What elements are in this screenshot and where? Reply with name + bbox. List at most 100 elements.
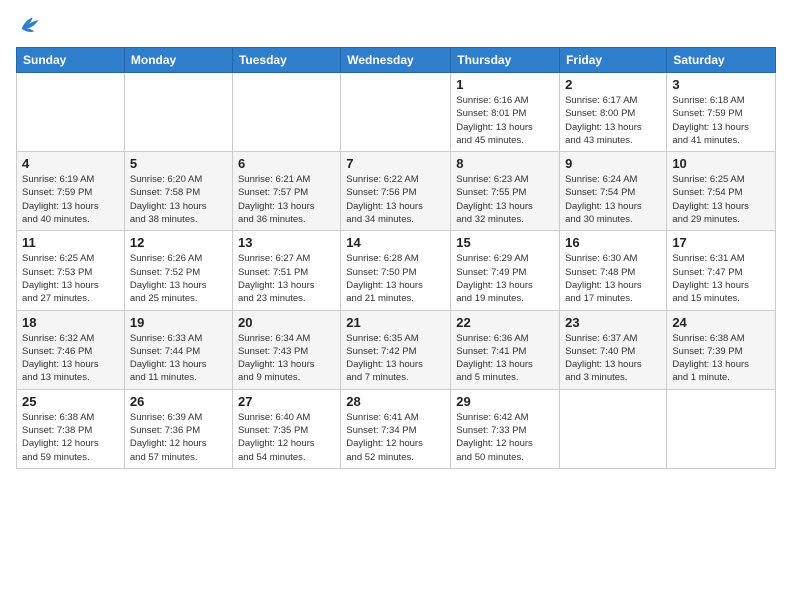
calendar-cell: 24 Sunrise: 6:38 AM Sunset: 7:39 PM Dayli…	[667, 310, 776, 389]
day-number: 11	[22, 235, 119, 250]
day-number: 25	[22, 394, 119, 409]
day-number: 26	[130, 394, 227, 409]
calendar-week-row: 18 Sunrise: 6:32 AM Sunset: 7:46 PM Dayli…	[17, 310, 776, 389]
day-info: Sunrise: 6:17 AM Sunset: 8:00 PM Dayligh…	[565, 94, 661, 147]
day-number: 2	[565, 77, 661, 92]
calendar-cell: 22Sunrise: 6:36 AM Sunset: 7:41 PM Dayli…	[451, 310, 560, 389]
day-info: Sunrise: 6:40 AM Sunset: 7:35 PM Dayligh…	[238, 411, 335, 464]
calendar-cell: 19Sunrise: 6:33 AM Sunset: 7:44 PM Dayli…	[124, 310, 232, 389]
day-number: 13	[238, 235, 335, 250]
day-info: Sunrise: 6:37 AM Sunset: 7:40 PM Dayligh…	[565, 332, 661, 385]
day-info: Sunrise: 6:25 AM Sunset: 7:54 PM Dayligh…	[672, 173, 770, 226]
day-number: 4	[22, 156, 119, 171]
calendar-cell: 28 Sunrise: 6:41 AM Sunset: 7:34 PM Dayli…	[341, 389, 451, 468]
logo	[16, 14, 40, 41]
day-number: 17	[672, 235, 770, 250]
calendar-cell: 27 Sunrise: 6:40 AM Sunset: 7:35 PM Dayli…	[232, 389, 340, 468]
logo-bird-icon	[18, 14, 40, 36]
day-number: 23	[565, 315, 661, 330]
calendar-cell: 16 Sunrise: 6:30 AM Sunset: 7:48 PM Dayli…	[560, 231, 667, 310]
day-number: 21	[346, 315, 445, 330]
day-info: Sunrise: 6:24 AM Sunset: 7:54 PM Dayligh…	[565, 173, 661, 226]
calendar-week-row: 25 Sunrise: 6:38 AM Sunset: 7:38 PM Dayli…	[17, 389, 776, 468]
calendar-cell: 3 Sunrise: 6:18 AM Sunset: 7:59 PM Daylig…	[667, 73, 776, 152]
calendar-cell	[232, 73, 340, 152]
calendar-cell: 11 Sunrise: 6:25 AM Sunset: 7:53 PM Dayli…	[17, 231, 125, 310]
day-number: 15	[456, 235, 554, 250]
day-number: 10	[672, 156, 770, 171]
calendar-cell: 14 Sunrise: 6:28 AM Sunset: 7:50 PM Dayli…	[341, 231, 451, 310]
day-number: 27	[238, 394, 335, 409]
calendar-cell: 9 Sunrise: 6:24 AM Sunset: 7:54 PM Daylig…	[560, 152, 667, 231]
day-info: Sunrise: 6:19 AM Sunset: 7:59 PM Dayligh…	[22, 173, 119, 226]
day-number: 18	[22, 315, 119, 330]
day-number: 7	[346, 156, 445, 171]
calendar-cell: 21 Sunrise: 6:35 AM Sunset: 7:42 PM Dayli…	[341, 310, 451, 389]
day-info: Sunrise: 6:42 AM Sunset: 7:33 PM Dayligh…	[456, 411, 554, 464]
calendar-cell	[341, 73, 451, 152]
day-number: 14	[346, 235, 445, 250]
calendar-cell: 20 Sunrise: 6:34 AM Sunset: 7:43 PM Dayli…	[232, 310, 340, 389]
day-info: Sunrise: 6:27 AM Sunset: 7:51 PM Dayligh…	[238, 252, 335, 305]
calendar-cell: 8Sunrise: 6:23 AM Sunset: 7:55 PM Daylig…	[451, 152, 560, 231]
calendar-cell: 29Sunrise: 6:42 AM Sunset: 7:33 PM Dayli…	[451, 389, 560, 468]
calendar-weekday-tuesday: Tuesday	[232, 48, 340, 73]
calendar-cell: 6Sunrise: 6:21 AM Sunset: 7:57 PM Daylig…	[232, 152, 340, 231]
page: SundayMondayTuesdayWednesdayThursdayFrid…	[0, 0, 792, 612]
day-info: Sunrise: 6:21 AM Sunset: 7:57 PM Dayligh…	[238, 173, 335, 226]
calendar-cell: 18 Sunrise: 6:32 AM Sunset: 7:46 PM Dayli…	[17, 310, 125, 389]
calendar-weekday-thursday: Thursday	[451, 48, 560, 73]
day-info: Sunrise: 6:16 AM Sunset: 8:01 PM Dayligh…	[456, 94, 554, 147]
calendar-week-row: 11 Sunrise: 6:25 AM Sunset: 7:53 PM Dayli…	[17, 231, 776, 310]
day-info: Sunrise: 6:26 AM Sunset: 7:52 PM Dayligh…	[130, 252, 227, 305]
calendar-table: SundayMondayTuesdayWednesdayThursdayFrid…	[16, 47, 776, 469]
day-number: 3	[672, 77, 770, 92]
calendar-header-row: SundayMondayTuesdayWednesdayThursdayFrid…	[17, 48, 776, 73]
day-info: Sunrise: 6:20 AM Sunset: 7:58 PM Dayligh…	[130, 173, 227, 226]
calendar-cell: 23 Sunrise: 6:37 AM Sunset: 7:40 PM Dayli…	[560, 310, 667, 389]
calendar-cell: 1 Sunrise: 6:16 AM Sunset: 8:01 PM Daylig…	[451, 73, 560, 152]
day-info: Sunrise: 6:32 AM Sunset: 7:46 PM Dayligh…	[22, 332, 119, 385]
day-info: Sunrise: 6:35 AM Sunset: 7:42 PM Dayligh…	[346, 332, 445, 385]
day-info: Sunrise: 6:25 AM Sunset: 7:53 PM Dayligh…	[22, 252, 119, 305]
day-info: Sunrise: 6:36 AM Sunset: 7:41 PM Dayligh…	[456, 332, 554, 385]
day-info: Sunrise: 6:41 AM Sunset: 7:34 PM Dayligh…	[346, 411, 445, 464]
calendar-cell	[560, 389, 667, 468]
day-number: 24	[672, 315, 770, 330]
calendar-cell: 15 Sunrise: 6:29 AM Sunset: 7:49 PM Dayli…	[451, 231, 560, 310]
calendar-cell: 12 Sunrise: 6:26 AM Sunset: 7:52 PM Dayli…	[124, 231, 232, 310]
day-number: 19	[130, 315, 227, 330]
day-number: 5	[130, 156, 227, 171]
day-number: 16	[565, 235, 661, 250]
day-number: 12	[130, 235, 227, 250]
day-info: Sunrise: 6:18 AM Sunset: 7:59 PM Dayligh…	[672, 94, 770, 147]
calendar-cell: 13 Sunrise: 6:27 AM Sunset: 7:51 PM Dayli…	[232, 231, 340, 310]
calendar-cell: 10 Sunrise: 6:25 AM Sunset: 7:54 PM Dayli…	[667, 152, 776, 231]
day-number: 9	[565, 156, 661, 171]
calendar-cell: 26 Sunrise: 6:39 AM Sunset: 7:36 PM Dayli…	[124, 389, 232, 468]
calendar-cell: 17Sunrise: 6:31 AM Sunset: 7:47 PM Dayli…	[667, 231, 776, 310]
calendar-cell	[667, 389, 776, 468]
day-info: Sunrise: 6:30 AM Sunset: 7:48 PM Dayligh…	[565, 252, 661, 305]
day-info: Sunrise: 6:34 AM Sunset: 7:43 PM Dayligh…	[238, 332, 335, 385]
day-info: Sunrise: 6:38 AM Sunset: 7:39 PM Dayligh…	[672, 332, 770, 385]
day-info: Sunrise: 6:39 AM Sunset: 7:36 PM Dayligh…	[130, 411, 227, 464]
day-info: Sunrise: 6:29 AM Sunset: 7:49 PM Dayligh…	[456, 252, 554, 305]
calendar-weekday-sunday: Sunday	[17, 48, 125, 73]
calendar-cell: 2 Sunrise: 6:17 AM Sunset: 8:00 PM Daylig…	[560, 73, 667, 152]
day-number: 20	[238, 315, 335, 330]
header	[16, 10, 776, 41]
calendar-weekday-saturday: Saturday	[667, 48, 776, 73]
day-info: Sunrise: 6:22 AM Sunset: 7:56 PM Dayligh…	[346, 173, 445, 226]
calendar-week-row: 4 Sunrise: 6:19 AM Sunset: 7:59 PM Daylig…	[17, 152, 776, 231]
day-number: 1	[456, 77, 554, 92]
calendar-weekday-monday: Monday	[124, 48, 232, 73]
calendar-weekday-wednesday: Wednesday	[341, 48, 451, 73]
day-number: 8	[456, 156, 554, 171]
day-info: Sunrise: 6:38 AM Sunset: 7:38 PM Dayligh…	[22, 411, 119, 464]
calendar-weekday-friday: Friday	[560, 48, 667, 73]
day-number: 28	[346, 394, 445, 409]
day-info: Sunrise: 6:28 AM Sunset: 7:50 PM Dayligh…	[346, 252, 445, 305]
calendar-cell	[17, 73, 125, 152]
calendar-cell: 5 Sunrise: 6:20 AM Sunset: 7:58 PM Daylig…	[124, 152, 232, 231]
